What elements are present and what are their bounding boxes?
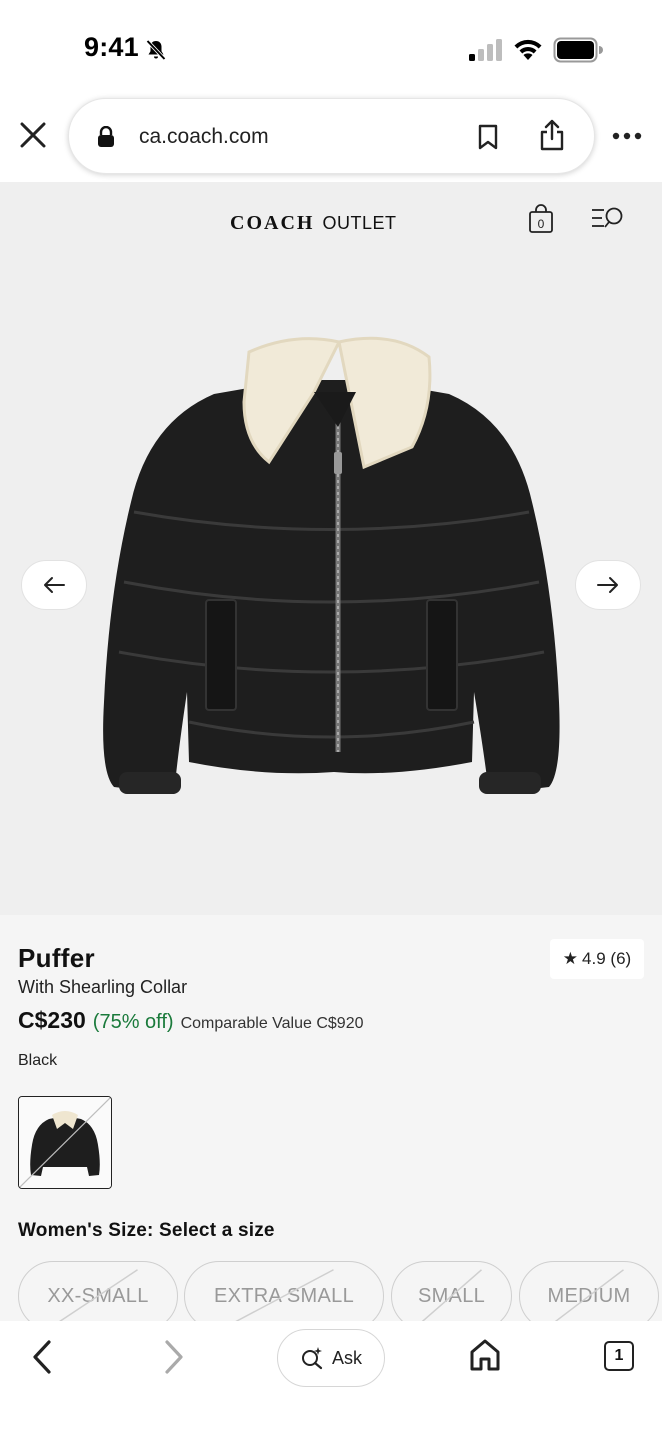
unavailable-strike [234, 1269, 334, 1323]
battery-icon [553, 37, 603, 63]
comparable-value: Comparable Value C$920 [180, 1015, 364, 1032]
address-bar[interactable]: ca.coach.com [68, 98, 595, 174]
size-selector-label: Women's Size: Select a size [18, 1220, 275, 1241]
home-icon[interactable] [468, 1337, 502, 1373]
ask-button[interactable]: Ask [277, 1329, 385, 1387]
unavailable-strike [554, 1269, 624, 1323]
unavailable-strike [421, 1269, 482, 1323]
cellular-signal-icon [469, 39, 502, 61]
product-info: Puffer With Shearling Collar ★ 4.9 (6) C… [0, 915, 662, 1331]
bell-muted-icon [146, 39, 166, 61]
forward-arrow-icon[interactable] [162, 1339, 186, 1375]
ask-sparkle-search-icon [301, 1347, 323, 1370]
swatch-thumbnail [19, 1097, 111, 1188]
close-icon[interactable] [18, 120, 48, 150]
product-image-gallery: COACH OUTLET 0 [0, 182, 662, 915]
tab-count: 1 [614, 1347, 624, 1364]
share-icon[interactable] [539, 119, 565, 151]
previous-image-button[interactable] [21, 560, 87, 610]
rating-value: 4.9 (6) [582, 949, 632, 968]
arrow-right-icon [597, 577, 618, 593]
product-image-puffer-jacket [103, 336, 560, 794]
menu-search-icon[interactable] [590, 206, 626, 232]
bookmark-icon[interactable] [477, 124, 499, 150]
logo-brand: COACH [230, 212, 315, 234]
logo-suffix: OUTLET [322, 213, 397, 233]
url-text[interactable]: ca.coach.com [139, 125, 269, 149]
back-arrow-icon[interactable] [30, 1339, 54, 1375]
lock-icon [98, 126, 114, 147]
unavailable-strike [58, 1269, 138, 1323]
bag-count: 0 [538, 217, 545, 231]
coach-outlet-logo[interactable]: COACH OUTLET [230, 212, 396, 235]
star-icon: ★ [562, 949, 579, 968]
ask-label: Ask [331, 1347, 362, 1368]
more-options-icon[interactable] [612, 132, 642, 140]
wifi-icon [514, 39, 542, 60]
browser-bar: ca.coach.com [0, 98, 662, 182]
sale-price: C$230 [18, 1007, 86, 1033]
discount-percent: (75% off) [92, 1011, 174, 1033]
next-image-button[interactable] [575, 560, 641, 610]
product-title: Puffer [18, 943, 95, 973]
tabs-count-button[interactable]: 1 [604, 1341, 634, 1371]
color-swatch-black[interactable] [18, 1096, 112, 1189]
rating-badge[interactable]: ★ 4.9 (6) [550, 939, 644, 979]
arrow-left-icon [44, 577, 65, 593]
price-row: C$230 (75% off) Comparable Value C$920 [18, 1007, 364, 1034]
shopping-bag-button[interactable]: 0 [528, 204, 554, 239]
product-subtitle: With Shearling Collar [18, 977, 188, 997]
status-bar: 9:41 [0, 0, 662, 98]
shopping-bag-icon: 0 [529, 204, 553, 233]
color-name: Black [18, 1052, 58, 1069]
browser-toolbar: Ask 1 [0, 1321, 662, 1440]
status-time: 9:41 [84, 32, 139, 62]
